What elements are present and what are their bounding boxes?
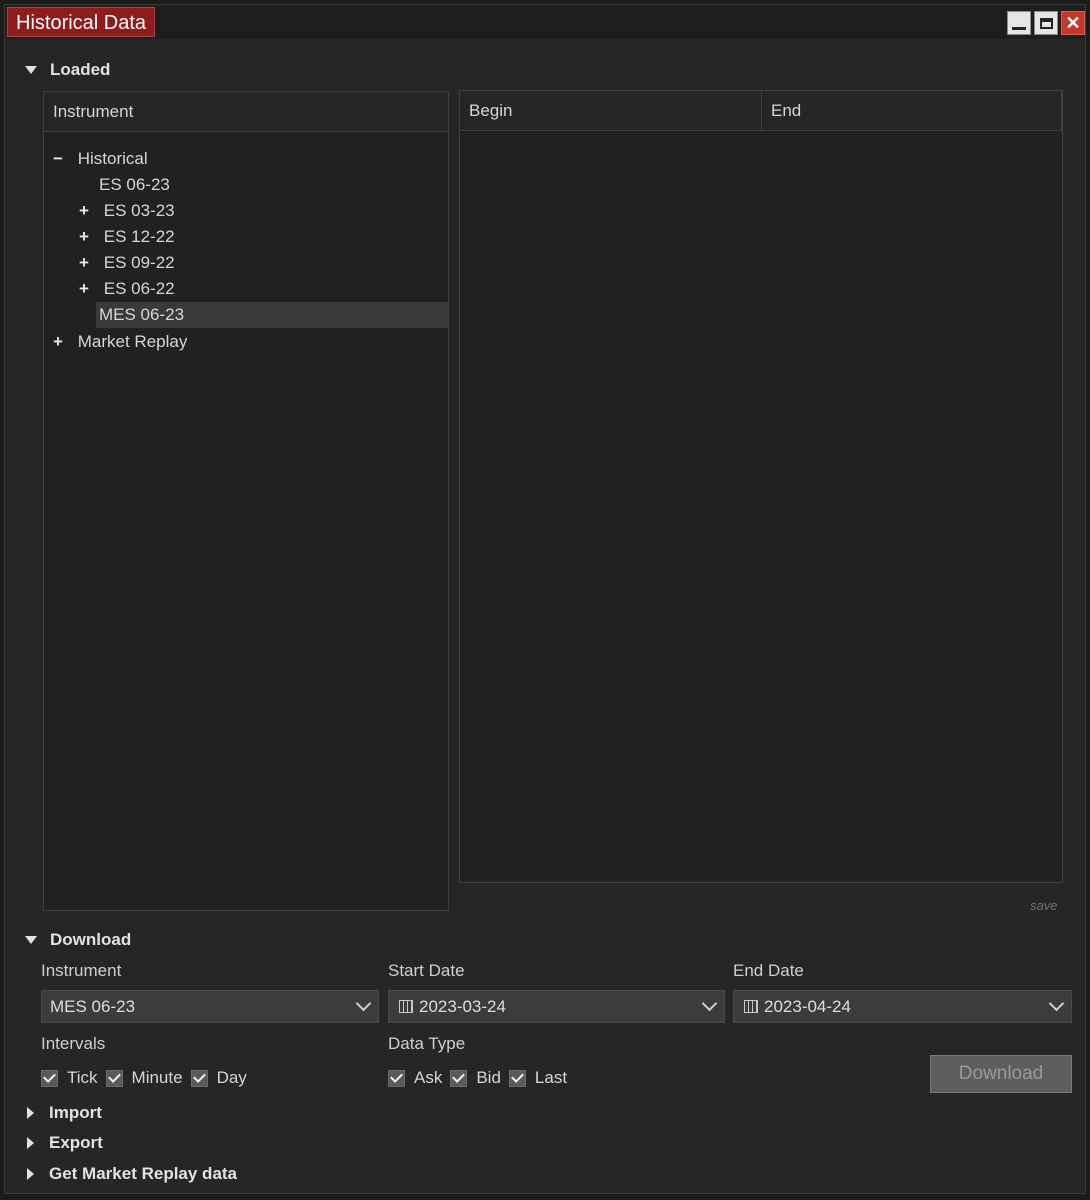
historical-data-window: Historical Data ✕ Loaded Instrument − Hi… (4, 4, 1086, 1194)
tree-item-label: ES 09-22 (103, 253, 175, 272)
expand-icon[interactable]: + (77, 198, 91, 224)
minimize-icon (1012, 26, 1026, 30)
last-label: Last (534, 1068, 568, 1087)
end-column-header[interactable]: End (762, 91, 1062, 130)
maximize-button[interactable] (1034, 11, 1058, 35)
tree-item-selected[interactable]: MES 06-23 (96, 302, 448, 328)
data-range-panel: Begin End (459, 90, 1063, 883)
minimize-button[interactable] (1007, 11, 1031, 35)
instrument-select[interactable]: MES 06-23 (41, 990, 379, 1023)
market-replay-section-title: Get Market Replay data (49, 1164, 238, 1183)
end-date-label: End Date (733, 961, 804, 980)
chevron-down-icon (1041, 995, 1071, 1012)
chevron-down-icon (694, 995, 724, 1012)
collapsed-arrow-icon (27, 1137, 34, 1149)
import-section-title: Import (49, 1103, 102, 1122)
ask-label: Ask (414, 1068, 443, 1087)
download-section-toggle[interactable]: Download (25, 929, 131, 951)
close-button[interactable]: ✕ (1061, 11, 1085, 35)
instrument-column-header[interactable]: Instrument (44, 92, 448, 132)
expand-icon[interactable]: + (77, 250, 91, 276)
loaded-section-toggle[interactable]: Loaded (25, 59, 110, 81)
data-range-header: Begin End (460, 91, 1062, 131)
data-type-options: Ask Bid Last (388, 1067, 575, 1089)
import-section-toggle[interactable]: Import (25, 1102, 102, 1124)
minute-checkbox[interactable] (105, 1069, 123, 1087)
tree-item[interactable]: + ES 09-22 (77, 250, 175, 276)
tree-item[interactable]: + ES 06-22 (77, 276, 175, 302)
tree-item-label: ES 03-23 (103, 201, 175, 220)
end-column-label: End (771, 100, 802, 120)
expand-arrow-icon (25, 936, 37, 944)
expand-icon[interactable]: + (77, 276, 91, 302)
download-section-title: Download (50, 930, 132, 949)
tree-node-historical[interactable]: − Historical (51, 146, 148, 172)
end-date-value: 2023-04-24 (764, 996, 851, 1016)
collapsed-arrow-icon (27, 1168, 34, 1180)
minute-label: Minute (131, 1068, 183, 1087)
window-title: Historical Data (7, 7, 156, 37)
tree-item[interactable]: ES 06-23 (99, 172, 170, 198)
market-replay-section-toggle[interactable]: Get Market Replay data (25, 1163, 237, 1185)
title-bar: Historical Data ✕ (5, 5, 1085, 39)
data-type-label: Data Type (388, 1034, 466, 1053)
tree-item-label: ES 06-23 (99, 175, 170, 194)
tree-item-label: MES 06-23 (99, 305, 185, 324)
expand-icon[interactable]: + (77, 224, 91, 250)
day-label: Day (216, 1068, 247, 1087)
start-date-picker[interactable]: 2023-03-24 (388, 990, 725, 1023)
begin-column-label: Begin (469, 100, 513, 120)
export-section-title: Export (49, 1133, 103, 1152)
expand-icon[interactable]: + (51, 329, 65, 355)
instrument-tree-panel: Instrument − Historical ES 06-23 + ES 03… (43, 91, 449, 911)
bid-checkbox[interactable] (450, 1069, 468, 1087)
tree-item[interactable]: + ES 03-23 (77, 198, 175, 224)
intervals-options: Tick Minute Day (41, 1067, 255, 1089)
tree-item-label: ES 06-22 (103, 279, 175, 298)
expand-arrow-icon (25, 66, 37, 74)
begin-column-header[interactable]: Begin (460, 91, 762, 130)
bid-label: Bid (476, 1068, 501, 1087)
tree-item[interactable]: + ES 12-22 (77, 224, 175, 250)
instrument-column-label: Instrument (53, 101, 134, 121)
tree-node-label: Market Replay (77, 332, 188, 351)
instrument-select-value: MES 06-23 (50, 996, 136, 1016)
tree-node-market-replay[interactable]: + Market Replay (51, 329, 187, 355)
last-checkbox[interactable] (508, 1069, 526, 1087)
export-section-toggle[interactable]: Export (25, 1132, 103, 1154)
loaded-section-title: Loaded (50, 60, 111, 79)
close-icon: ✕ (1065, 13, 1081, 33)
start-date-value: 2023-03-24 (419, 996, 506, 1016)
end-date-picker[interactable]: 2023-04-24 (733, 990, 1072, 1023)
chevron-down-icon (348, 995, 378, 1012)
save-link[interactable]: save (1030, 898, 1057, 913)
day-checkbox[interactable] (190, 1069, 208, 1087)
download-button[interactable]: Download (930, 1055, 1072, 1093)
maximize-icon (1039, 17, 1053, 29)
intervals-label: Intervals (41, 1034, 106, 1053)
start-date-label: Start Date (388, 961, 465, 980)
tree-node-label: Historical (77, 149, 148, 168)
tree-item-label: ES 12-22 (103, 227, 175, 246)
ask-checkbox[interactable] (388, 1069, 405, 1087)
instrument-field-label: Instrument (41, 961, 122, 980)
collapse-icon[interactable]: − (51, 146, 65, 172)
tick-checkbox[interactable] (41, 1069, 58, 1087)
tick-label: Tick (67, 1068, 98, 1087)
collapsed-arrow-icon (27, 1107, 34, 1119)
